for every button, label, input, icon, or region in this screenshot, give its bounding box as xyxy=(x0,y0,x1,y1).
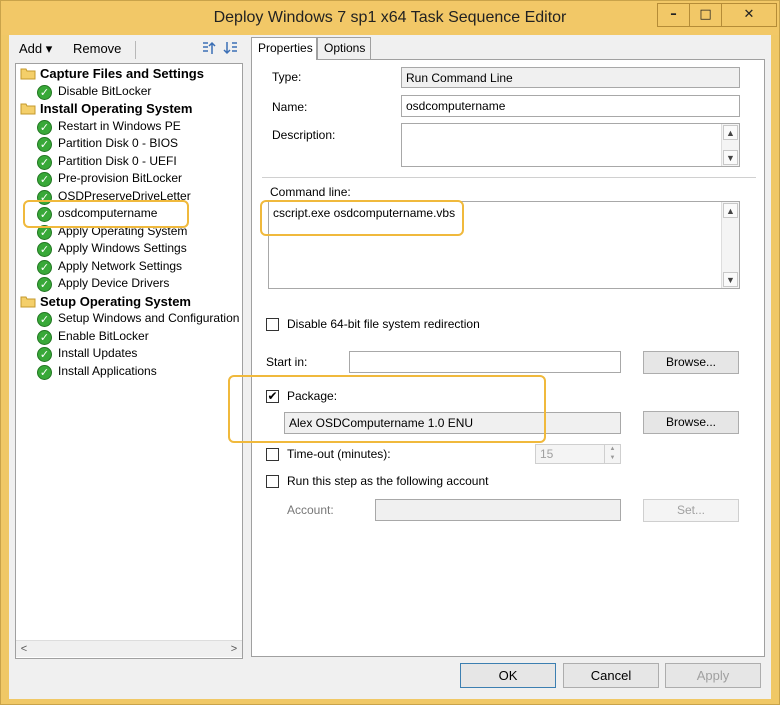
check-icon: ✓ xyxy=(37,259,52,275)
move-up-icon[interactable] xyxy=(201,40,217,59)
check-icon: ✓ xyxy=(37,172,52,187)
tree-step-label: Install Updates xyxy=(58,346,138,360)
divider xyxy=(262,177,756,178)
package-browse-button[interactable]: Browse... xyxy=(643,411,739,434)
tree-step-label: Disable BitLocker xyxy=(58,83,152,98)
title-bar[interactable]: Deploy Windows 7 sp1 x64 Task Sequence E… xyxy=(1,1,779,35)
command-line-scrollbar[interactable]: ▲ ▼ xyxy=(721,202,739,288)
tree-group-label: Install Operating System xyxy=(40,101,193,116)
tree-step-label: Apply Windows Settings xyxy=(58,241,187,255)
tab-options[interactable]: Options xyxy=(317,37,371,59)
set-button: Set... xyxy=(643,499,739,522)
description-label: Description: xyxy=(272,128,336,142)
client-area: Add ▾ Remove Capture Files and Settings ✓… xyxy=(9,35,771,699)
tree-group-label: Capture Files and Settings xyxy=(40,66,204,81)
type-value: Run Command Line xyxy=(401,67,740,88)
task-sequence-tree[interactable]: Capture Files and Settings ✓ Disable BitLo… xyxy=(15,63,243,659)
close-button[interactable]: ✕ xyxy=(721,3,777,27)
highlight-tree-step xyxy=(23,200,189,228)
tree-step-label: Pre-provision BitLocker xyxy=(58,171,183,185)
description-field[interactable]: ▲ ▼ xyxy=(401,123,740,167)
description-scrollbar[interactable]: ▲ ▼ xyxy=(721,124,739,166)
highlight-command-line xyxy=(260,200,464,236)
check-icon: ✓ xyxy=(37,312,52,327)
tree-step-label: Setup Windows and Configuration xyxy=(58,311,240,325)
check-icon: ✓ xyxy=(37,242,52,257)
scroll-left-icon[interactable]: < xyxy=(16,642,32,657)
tree-step-label: Partition Disk 0 - BIOS xyxy=(58,136,179,150)
minimize-button[interactable]: – xyxy=(657,3,690,27)
spinner-arrows[interactable]: ▲ ▼ xyxy=(604,445,620,463)
folder-icon xyxy=(20,295,36,308)
apply-button: Apply xyxy=(665,663,761,688)
name-field[interactable]: osdcomputername xyxy=(401,95,740,117)
run-as-label: Run this step as the following account xyxy=(287,474,489,488)
run-as-checkbox[interactable] xyxy=(266,475,279,488)
type-label: Type: xyxy=(272,70,302,84)
tree-step-label: Install Applications xyxy=(58,363,157,378)
ok-button[interactable]: OK xyxy=(460,663,556,688)
task-sequence-editor-window: Deploy Windows 7 sp1 x64 Task Sequence E… xyxy=(0,0,780,705)
scroll-right-icon[interactable]: > xyxy=(226,642,242,657)
start-in-browse-button[interactable]: Browse... xyxy=(643,351,739,374)
timeout-label: Time-out (minutes): xyxy=(287,447,391,461)
move-down-icon[interactable] xyxy=(223,40,239,59)
command-line-label: Command line: xyxy=(270,185,351,199)
tree-step-label: Apply Network Settings xyxy=(58,258,183,273)
start-in-label: Start in: xyxy=(266,355,308,369)
account-field xyxy=(375,499,621,521)
folder-icon xyxy=(20,102,36,115)
start-in-field[interactable] xyxy=(349,351,621,373)
check-icon: ✓ xyxy=(37,137,52,152)
tree-step-label: Restart in Windows PE xyxy=(58,118,181,133)
check-icon: ✓ xyxy=(37,84,52,100)
add-menu-button[interactable]: Add ▾ xyxy=(19,41,52,57)
scroll-up-icon[interactable]: ▲ xyxy=(723,125,738,140)
tree-toolbar: Add ▾ Remove xyxy=(15,39,243,61)
disable64-checkbox[interactable] xyxy=(266,318,279,331)
tree-step-label: Partition Disk 0 - UEFI xyxy=(58,153,177,168)
account-label: Account: xyxy=(287,503,334,517)
disable64-label: Disable 64-bit file system redirection xyxy=(287,317,480,331)
timeout-value: 15 xyxy=(540,447,554,461)
tree-group-label: Setup Operating System xyxy=(40,293,191,309)
tree-horizontal-scrollbar[interactable]: < > xyxy=(16,640,242,657)
check-icon: ✓ xyxy=(37,364,52,380)
timeout-checkbox[interactable] xyxy=(266,448,279,461)
folder-icon xyxy=(20,67,36,80)
maximize-button[interactable]: □ xyxy=(689,3,722,27)
check-icon: ✓ xyxy=(37,277,52,292)
check-icon: ✓ xyxy=(37,347,52,362)
tree-step-label: Enable BitLocker xyxy=(58,328,149,343)
timeout-spinner[interactable]: 15 ▲ ▼ xyxy=(535,444,621,464)
remove-button[interactable]: Remove xyxy=(73,41,121,56)
properties-panel: Type: Run Command Line Name: osdcomputer… xyxy=(251,59,765,657)
check-icon: ✓ xyxy=(37,154,52,170)
cancel-button[interactable]: Cancel xyxy=(563,663,659,688)
scroll-down-icon[interactable]: ▼ xyxy=(723,272,738,287)
tab-properties[interactable]: Properties xyxy=(251,37,317,60)
scroll-up-icon[interactable]: ▲ xyxy=(723,203,738,218)
toolbar-separator xyxy=(135,41,136,59)
scroll-down-icon[interactable]: ▼ xyxy=(723,150,738,165)
tree-step-label: Apply Device Drivers xyxy=(58,276,170,290)
check-icon: ✓ xyxy=(37,329,52,345)
check-icon: ✓ xyxy=(37,119,52,135)
highlight-package xyxy=(228,375,546,443)
name-label: Name: xyxy=(272,100,308,114)
